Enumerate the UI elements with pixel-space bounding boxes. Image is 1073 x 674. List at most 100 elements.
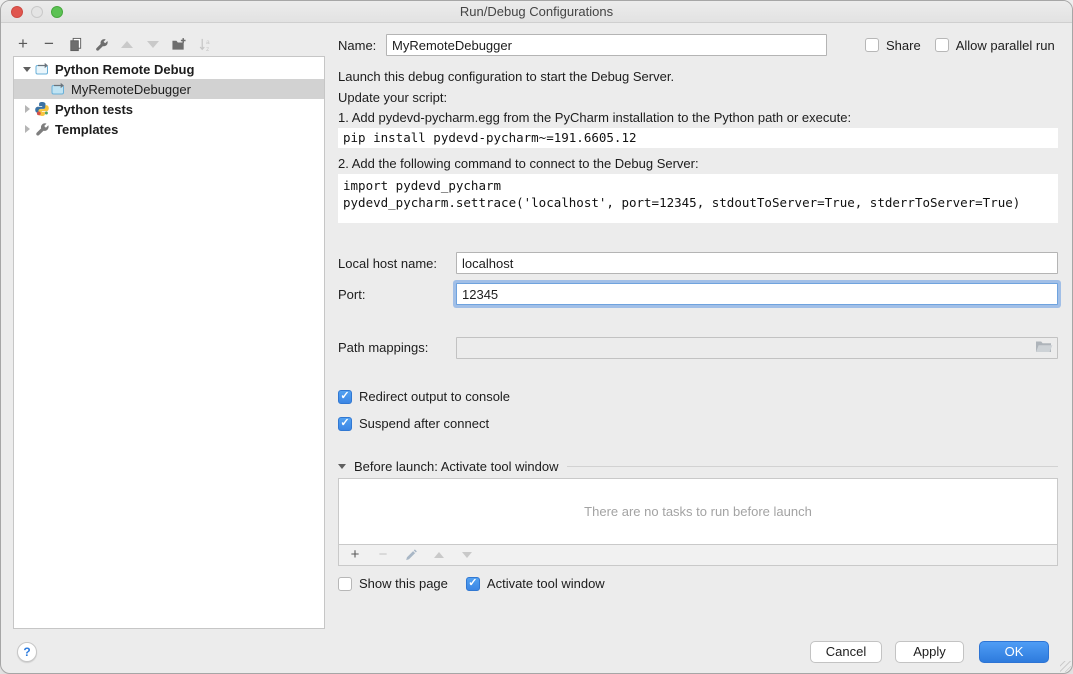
window-title: Run/Debug Configurations <box>460 4 613 19</box>
activate-tool-window-label: Activate tool window <box>487 576 605 591</box>
before-launch-task-list[interactable]: There are no tasks to run before launch <box>338 478 1058 545</box>
section-divider <box>567 466 1058 467</box>
remove-configuration-button[interactable]: − <box>41 36 57 52</box>
code-line: import pydevd_pycharm <box>343 177 1053 194</box>
path-mappings-input[interactable] <box>456 337 1058 359</box>
resize-grip[interactable] <box>1060 661 1071 672</box>
tree-item-label: Templates <box>55 122 118 137</box>
arrow-up-icon <box>434 552 444 558</box>
share-checkbox-row: Share <box>865 38 921 53</box>
page-options-row: Show this page ✓ Activate tool window <box>338 576 1058 591</box>
redirect-output-row: ✓ Redirect output to console <box>338 389 1058 404</box>
tree-item-label: Python Remote Debug <box>55 62 194 77</box>
path-mappings-label: Path mappings: <box>338 340 456 355</box>
create-new-folder-button[interactable] <box>171 36 187 52</box>
edit-templates-button[interactable] <box>93 36 109 52</box>
copy-configuration-button[interactable] <box>67 36 83 52</box>
description-line-2: Update your script: <box>338 90 1058 106</box>
move-down-button[interactable] <box>145 36 161 52</box>
allow-parallel-run-checkbox[interactable] <box>935 38 949 52</box>
plus-icon: + <box>18 36 28 52</box>
description-step-2: 2. Add the following command to connect … <box>338 156 1058 172</box>
local-host-name-label: Local host name: <box>338 256 456 271</box>
close-window-button[interactable] <box>11 6 23 18</box>
chevron-collapsed-icon[interactable] <box>25 125 30 133</box>
svg-text:z: z <box>205 46 208 52</box>
add-configuration-button[interactable]: + <box>15 36 31 52</box>
zoom-window-button[interactable] <box>51 6 63 18</box>
minimize-window-button <box>31 6 43 18</box>
copy-icon <box>68 37 83 52</box>
share-checkbox[interactable] <box>865 38 879 52</box>
port-input[interactable] <box>456 283 1058 305</box>
before-launch-section-header[interactable]: Before launch: Activate tool window <box>338 459 1058 474</box>
titlebar[interactable]: Run/Debug Configurations <box>1 1 1072 23</box>
redirect-output-label: Redirect output to console <box>359 389 510 404</box>
minus-icon: − <box>379 547 388 563</box>
sort-configurations-button[interactable]: a z <box>197 36 213 52</box>
description-step-1: 1. Add pydevd-pycharm.egg from the PyCha… <box>338 110 1058 126</box>
ok-button[interactable]: OK <box>979 641 1049 663</box>
tree-item-myremotedebugger[interactable]: MyRemoteDebugger <box>14 79 324 99</box>
suspend-after-connect-label: Suspend after connect <box>359 416 489 431</box>
local-host-name-input[interactable] <box>456 252 1058 274</box>
run-debug-configurations-dialog: Run/Debug Configurations + − <box>0 0 1073 674</box>
arrow-down-icon <box>462 552 472 558</box>
description-line-1: Launch this debug configuration to start… <box>338 69 1058 85</box>
tree-item-label: Python tests <box>55 102 133 117</box>
plus-icon: + <box>351 547 360 563</box>
edit-task-button[interactable] <box>403 547 419 563</box>
allow-parallel-run-checkbox-row: Allow parallel run <box>935 38 1055 53</box>
question-mark-icon: ? <box>23 645 30 659</box>
share-label: Share <box>886 38 921 53</box>
move-up-button[interactable] <box>119 36 135 52</box>
pencil-icon <box>404 548 418 562</box>
help-button[interactable]: ? <box>17 642 37 662</box>
browse-folder-icon[interactable] <box>1035 340 1053 354</box>
run-config-icon <box>50 81 66 97</box>
wrench-icon <box>94 37 109 52</box>
wrench-icon <box>34 121 50 137</box>
add-task-button[interactable]: + <box>347 547 363 563</box>
svg-text:a: a <box>205 39 209 46</box>
check-icon: ✓ <box>340 418 349 429</box>
configurations-toolbar: + − a z <box>15 32 213 56</box>
check-icon: ✓ <box>340 391 349 402</box>
show-this-page-checkbox[interactable] <box>338 577 352 591</box>
chevron-expanded-icon[interactable] <box>23 67 31 72</box>
suspend-after-connect-checkbox[interactable]: ✓ <box>338 417 352 431</box>
settrace-code-block: import pydevd_pycharm pydevd_pycharm.set… <box>338 174 1058 223</box>
before-launch-toolbar: + − <box>338 545 1058 566</box>
apply-button[interactable]: Apply <box>895 641 964 663</box>
pip-install-code: pip install pydevd-pycharm~=191.6605.12 <box>338 128 1058 148</box>
window-controls <box>11 6 63 18</box>
tree-item-label: MyRemoteDebugger <box>71 82 191 97</box>
arrow-up-icon <box>121 41 133 48</box>
suspend-after-connect-row: ✓ Suspend after connect <box>338 416 1058 431</box>
tree-item-templates[interactable]: Templates <box>14 119 324 139</box>
redirect-output-checkbox[interactable]: ✓ <box>338 390 352 404</box>
allow-parallel-run-label: Allow parallel run <box>956 38 1055 53</box>
tree-item-python-tests[interactable]: Python tests <box>14 99 324 119</box>
python-tests-icon <box>34 101 50 117</box>
new-folder-icon <box>171 37 187 52</box>
tree-item-python-remote-debug[interactable]: Python Remote Debug <box>14 59 324 79</box>
empty-tasks-message: There are no tasks to run before launch <box>584 504 812 519</box>
configurations-tree: Python Remote Debug MyRemoteDebugger Pyt… <box>13 56 325 629</box>
move-task-down-button[interactable] <box>459 547 475 563</box>
chevron-collapsed-icon[interactable] <box>25 105 30 113</box>
before-launch-title: Before launch: Activate tool window <box>354 459 559 474</box>
run-config-icon <box>34 61 50 77</box>
remove-task-button[interactable]: − <box>375 547 391 563</box>
check-icon: ✓ <box>468 578 477 589</box>
activate-tool-window-checkbox[interactable]: ✓ <box>466 577 480 591</box>
minus-icon: − <box>44 36 54 52</box>
path-mappings-field <box>456 337 1058 359</box>
collapse-section-icon[interactable] <box>338 464 346 469</box>
name-input[interactable] <box>386 34 827 56</box>
port-label: Port: <box>338 287 456 302</box>
move-task-up-button[interactable] <box>431 547 447 563</box>
show-this-page-label: Show this page <box>359 576 448 591</box>
arrow-down-icon <box>147 41 159 48</box>
cancel-button[interactable]: Cancel <box>810 641 882 663</box>
